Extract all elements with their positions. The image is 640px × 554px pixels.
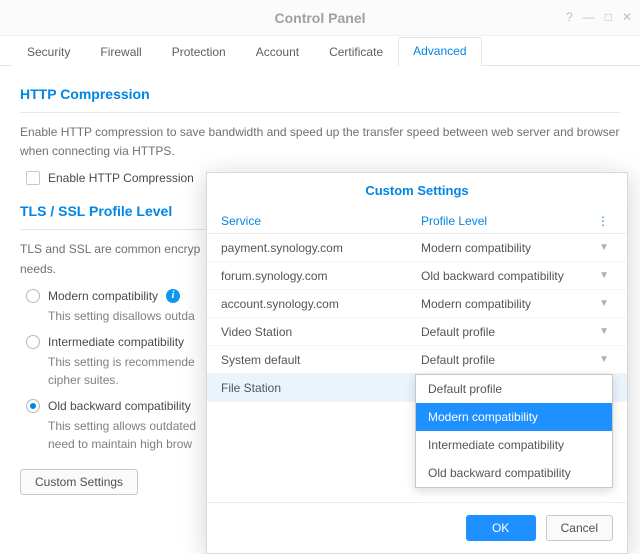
cell-profile[interactable]: Old backward compatibility▼ [421, 269, 613, 283]
tab-protection[interactable]: Protection [157, 38, 241, 66]
cell-service: payment.synology.com [221, 241, 421, 255]
header-profile-level[interactable]: Profile Level [421, 214, 487, 228]
tab-advanced[interactable]: Advanced [398, 37, 481, 66]
window-controls: ? — □ ✕ [566, 10, 632, 24]
tab-firewall[interactable]: Firewall [85, 38, 156, 66]
close-icon[interactable]: ✕ [622, 10, 632, 24]
table-row[interactable]: forum.synology.com Old backward compatib… [207, 262, 627, 290]
cell-profile[interactable]: Modern compatibility▼ [421, 241, 613, 255]
modal-footer: OK Cancel [207, 502, 627, 553]
chevron-down-icon: ▼ [599, 326, 609, 337]
table-header: Service Profile Level ⋮ [207, 208, 627, 234]
info-icon[interactable]: i [166, 289, 180, 303]
enable-http-compression-checkbox[interactable] [26, 171, 40, 185]
radio-old-label: Old backward compatibility [48, 399, 191, 413]
cell-profile[interactable]: Default profile▼ [421, 353, 613, 367]
modal-title: Custom Settings [207, 173, 627, 208]
chevron-down-icon: ▼ [599, 270, 609, 281]
http-compression-desc: Enable HTTP compression to save bandwidt… [20, 123, 620, 161]
tab-certificate[interactable]: Certificate [314, 38, 398, 66]
dropdown-item-modern[interactable]: Modern compatibility [416, 403, 612, 431]
http-compression-title: HTTP Compression [20, 86, 620, 102]
maximize-icon[interactable]: □ [605, 10, 612, 24]
cell-service: forum.synology.com [221, 269, 421, 283]
header-service[interactable]: Service [221, 214, 421, 228]
cell-service: System default [221, 353, 421, 367]
tab-account[interactable]: Account [241, 38, 314, 66]
radio-modern-label: Modern compatibility [48, 289, 158, 303]
tab-security[interactable]: Security [12, 38, 85, 66]
radio-intermediate-label: Intermediate compatibility [48, 335, 184, 349]
radio-modern-input[interactable] [26, 289, 40, 303]
chevron-down-icon: ▼ [599, 354, 609, 365]
radio-old-input[interactable] [26, 399, 40, 413]
column-menu-icon[interactable]: ⋮ [593, 214, 613, 228]
minimize-icon[interactable]: — [583, 10, 595, 24]
tab-bar: Security Firewall Protection Account Cer… [0, 36, 640, 66]
profile-dropdown[interactable]: Default profile Modern compatibility Int… [415, 374, 613, 488]
custom-settings-button[interactable]: Custom Settings [20, 469, 138, 495]
cell-profile[interactable]: Default profile▼ [421, 325, 613, 339]
table-row[interactable]: Video Station Default profile▼ [207, 318, 627, 346]
dropdown-item-intermediate[interactable]: Intermediate compatibility [416, 431, 612, 459]
chevron-down-icon: ▼ [599, 242, 609, 253]
dropdown-item-old[interactable]: Old backward compatibility [416, 459, 612, 487]
dropdown-item-default[interactable]: Default profile [416, 375, 612, 403]
cell-service: Video Station [221, 325, 421, 339]
window-titlebar: Control Panel ? — □ ✕ [0, 0, 640, 36]
help-icon[interactable]: ? [566, 10, 573, 24]
cell-service: account.synology.com [221, 297, 421, 311]
custom-settings-modal: Custom Settings Service Profile Level ⋮ … [206, 172, 628, 554]
enable-http-compression-label: Enable HTTP Compression [48, 171, 194, 185]
chevron-down-icon: ▼ [599, 298, 609, 309]
cell-profile[interactable]: Modern compatibility▼ [421, 297, 613, 311]
ok-button[interactable]: OK [466, 515, 536, 541]
cell-service: File Station [221, 381, 421, 395]
table-row[interactable]: account.synology.com Modern compatibilit… [207, 290, 627, 318]
cancel-button[interactable]: Cancel [546, 515, 613, 541]
section-divider [20, 112, 620, 113]
table-row[interactable]: System default Default profile▼ [207, 346, 627, 374]
window-title: Control Panel [274, 10, 365, 26]
radio-intermediate-input[interactable] [26, 335, 40, 349]
table-row[interactable]: payment.synology.com Modern compatibilit… [207, 234, 627, 262]
